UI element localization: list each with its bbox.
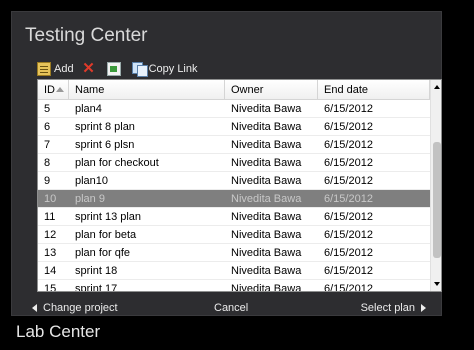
delete-button[interactable]: ✕ [82, 60, 99, 77]
open-button[interactable] [106, 62, 124, 76]
cell-owner: Nivedita Bawa [231, 283, 302, 292]
cell-name: plan for beta [75, 229, 137, 241]
table-row[interactable]: 15 sprint 17 Nivedita Bawa 6/15/2012 [38, 280, 430, 292]
select-plan-button[interactable]: Select plan [361, 302, 426, 314]
cancel-button[interactable]: Cancel [214, 302, 248, 314]
copy-icon [131, 62, 148, 77]
arrow-right-icon [421, 304, 426, 312]
cell-end-date: 6/15/2012 [324, 157, 373, 169]
arrow-left-icon [32, 304, 37, 312]
testing-center-dialog: Testing Center Add ✕ Copy Link ID Name O… [11, 11, 442, 316]
cell-name: sprint 6 plsn [75, 139, 135, 151]
add-button[interactable]: Add [37, 62, 74, 76]
cell-id: 5 [44, 103, 51, 115]
column-header-name[interactable]: Name [69, 80, 225, 100]
column-header-id[interactable]: ID [38, 80, 69, 100]
change-project-button[interactable]: Change project [32, 302, 118, 314]
cell-id: 7 [44, 139, 51, 151]
dialog-title: Testing Center [25, 25, 148, 46]
cell-name: sprint 13 plan [75, 211, 142, 223]
table-row[interactable]: 10 plan 9 Nivedita Bawa 6/15/2012 [38, 190, 430, 208]
cell-owner: Nivedita Bawa [231, 247, 302, 259]
cell-end-date: 6/15/2012 [324, 211, 373, 223]
add-list-icon [37, 62, 51, 76]
table-row[interactable]: 12 plan for beta Nivedita Bawa 6/15/2012 [38, 226, 430, 244]
cell-id: 6 [44, 121, 51, 133]
cell-name: plan10 [75, 175, 109, 187]
plans-grid: ID Name Owner End date 5 plan4 Nivedita Ba… [37, 79, 442, 292]
grid-rows: 5 plan4 Nivedita Bawa 6/15/2012 6 sprint 8 pl… [38, 100, 430, 292]
cell-end-date: 6/15/2012 [324, 229, 373, 241]
cell-id: 11 [44, 211, 56, 223]
table-row[interactable]: 7 sprint 6 plsn Nivedita Bawa 6/15/2012 [38, 136, 430, 154]
cell-name: sprint 18 [75, 265, 118, 277]
table-row[interactable]: 14 sprint 18 Nivedita Bawa 6/15/2012 [38, 262, 430, 280]
sort-ascending-icon [56, 87, 64, 92]
copy-link-button[interactable]: Copy Link [131, 62, 198, 77]
cell-end-date: 6/15/2012 [324, 193, 373, 205]
cell-end-date: 6/15/2012 [324, 283, 373, 292]
table-row[interactable]: 9 plan10 Nivedita Bawa 6/15/2012 [38, 172, 430, 190]
cell-owner: Nivedita Bawa [231, 157, 302, 169]
table-row[interactable]: 8 plan for checkout Nivedita Bawa 6/15/2012 [38, 154, 430, 172]
cell-owner: Nivedita Bawa [231, 121, 302, 133]
cell-owner: Nivedita Bawa [231, 211, 302, 223]
scrollbar-thumb[interactable] [433, 142, 441, 258]
cell-name: plan for checkout [75, 157, 159, 169]
cell-name: plan4 [75, 103, 102, 115]
toolbar: Add ✕ Copy Link [37, 61, 206, 77]
cell-name: plan 9 [75, 193, 105, 205]
cell-name: sprint 8 plan [75, 121, 135, 133]
cell-owner: Nivedita Bawa [231, 229, 302, 241]
cell-id: 15 [44, 283, 57, 292]
vertical-scrollbar[interactable] [430, 80, 441, 291]
cell-id: 13 [44, 247, 57, 259]
document-icon [106, 62, 121, 76]
lab-center-link[interactable]: Lab Center [16, 322, 100, 342]
delete-icon: ✕ [82, 60, 95, 77]
cell-id: 9 [44, 175, 51, 187]
cell-end-date: 6/15/2012 [324, 265, 373, 277]
scroll-down-arrow-icon[interactable] [434, 282, 440, 286]
cell-end-date: 6/15/2012 [324, 121, 373, 133]
column-header-end-date[interactable]: End date [318, 80, 430, 100]
cell-end-date: 6/15/2012 [324, 247, 373, 259]
cell-owner: Nivedita Bawa [231, 103, 302, 115]
table-row[interactable]: 5 plan4 Nivedita Bawa 6/15/2012 [38, 100, 430, 118]
cell-end-date: 6/15/2012 [324, 175, 373, 187]
scroll-up-arrow-icon[interactable] [434, 85, 440, 89]
cell-name: sprint 17 [75, 283, 118, 292]
cell-id: 8 [44, 157, 51, 169]
column-header-owner[interactable]: Owner [225, 80, 318, 100]
cell-id: 12 [44, 229, 57, 241]
table-row[interactable]: 13 plan for qfe Nivedita Bawa 6/15/2012 [38, 244, 430, 262]
table-row[interactable]: 11 sprint 13 plan Nivedita Bawa 6/15/2012 [38, 208, 430, 226]
cell-id: 14 [44, 265, 57, 277]
table-row[interactable]: 6 sprint 8 plan Nivedita Bawa 6/15/2012 [38, 118, 430, 136]
cell-id: 10 [44, 193, 57, 205]
grid-header: ID Name Owner End date [38, 80, 430, 100]
cell-owner: Nivedita Bawa [231, 139, 302, 151]
add-label: Add [54, 63, 74, 75]
cell-owner: Nivedita Bawa [231, 193, 302, 205]
cell-owner: Nivedita Bawa [231, 265, 302, 277]
cell-name: plan for qfe [75, 247, 131, 259]
cell-end-date: 6/15/2012 [324, 103, 373, 115]
change-project-label: Change project [43, 302, 118, 314]
select-plan-label: Select plan [360, 302, 415, 314]
dialog-footer: Change project Cancel Select plan [12, 302, 443, 316]
cell-end-date: 6/15/2012 [324, 139, 373, 151]
cell-owner: Nivedita Bawa [231, 175, 302, 187]
copy-link-label: Copy Link [148, 63, 198, 75]
